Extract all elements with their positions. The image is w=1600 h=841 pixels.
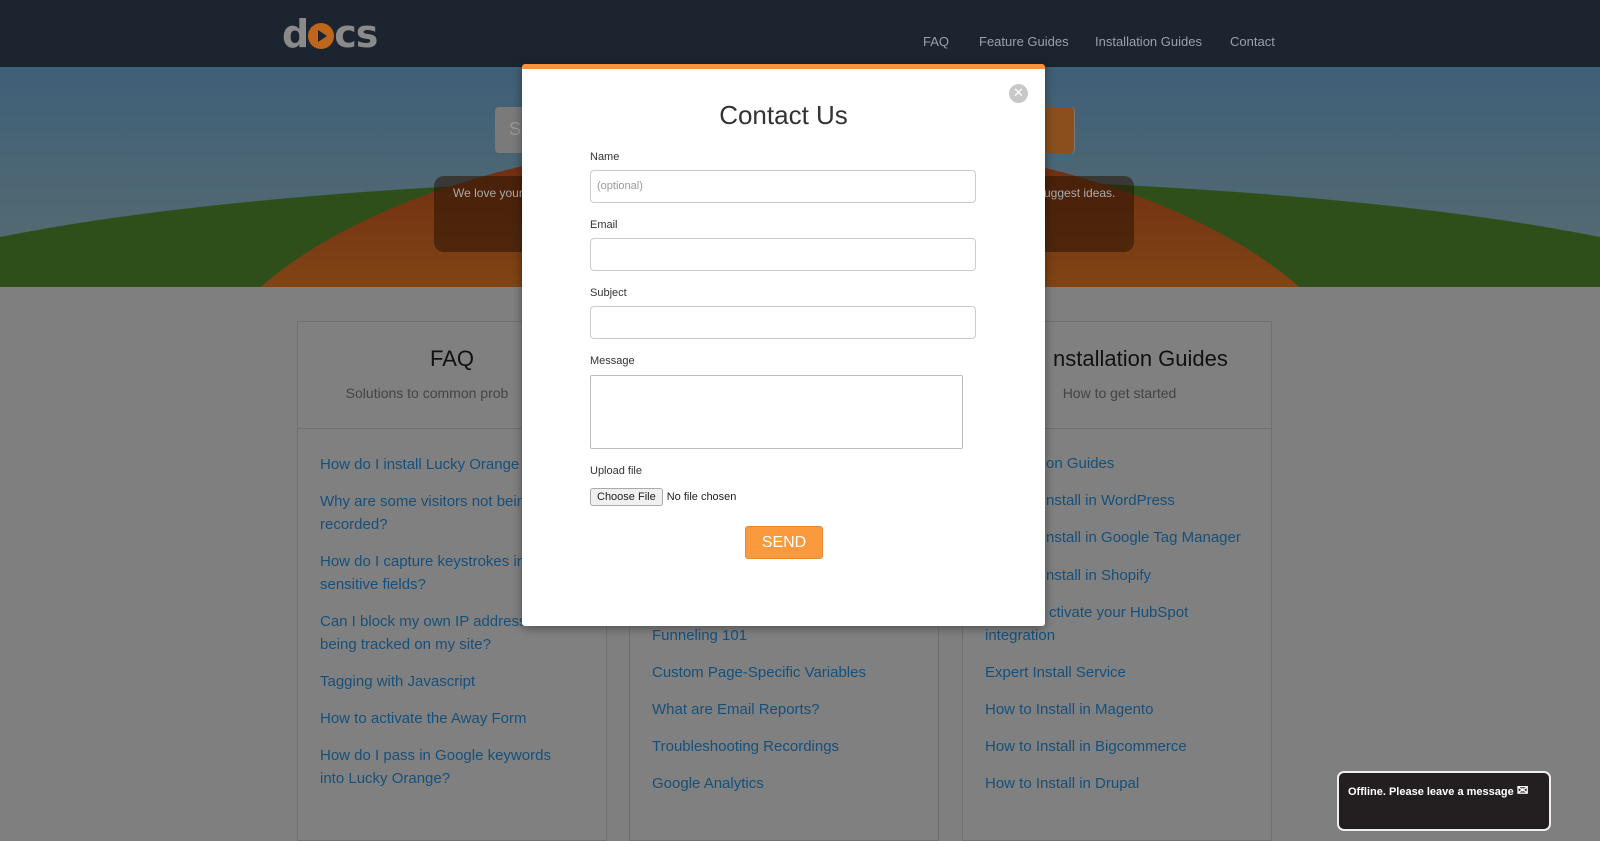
list-item[interactable]: What are Email Reports?	[652, 698, 866, 721]
docs-logo[interactable]: d cs	[282, 12, 378, 56]
message-label: Message	[590, 355, 635, 367]
message-textarea[interactable]	[590, 375, 963, 449]
list-item[interactable]: Expert Install Service	[985, 661, 1187, 684]
intro-text-right: uggest ideas.	[1044, 186, 1116, 200]
list-item[interactable]: Custom Page-Specific Variables	[652, 661, 866, 684]
list-item[interactable]: Why are some visitors not bein recorded?	[320, 490, 530, 536]
list-item[interactable]: nstall in WordPress	[1046, 489, 1175, 512]
list-item[interactable]: How to Install in Magento	[985, 698, 1187, 721]
email-label: Email	[590, 219, 618, 231]
nav-installation-guides[interactable]: Installation Guides	[1095, 34, 1202, 49]
list-item[interactable]: How do I pass in Google keywords into Lu…	[320, 744, 560, 790]
list-item[interactable]: on Guides	[1046, 452, 1114, 475]
search-button[interactable]	[1045, 107, 1074, 153]
list-item[interactable]: Troubleshooting Recordings	[652, 735, 866, 758]
email-input[interactable]	[590, 238, 976, 271]
envelope-icon: ✉	[1516, 782, 1529, 798]
send-button[interactable]: SEND	[745, 526, 823, 559]
list-item[interactable]: integration	[985, 624, 1187, 647]
modal-title: Contact Us	[719, 100, 848, 130]
list-item[interactable]: How do I capture keystrokes in sensitive…	[320, 550, 535, 596]
upload-label: Upload file	[590, 465, 642, 477]
contact-modal: ✕ Contact Us Name (optional) Email Subje…	[522, 64, 1045, 626]
subject-input[interactable]	[590, 306, 976, 339]
file-status: No file chosen	[666, 491, 737, 503]
list-item[interactable]: Can I block my own IP address being trac…	[320, 610, 535, 656]
list-item[interactable]: How to Install in Bigcommerce	[985, 735, 1187, 758]
list-item[interactable]: Google Analytics	[652, 772, 866, 795]
nav-faq[interactable]: FAQ	[923, 34, 949, 49]
subject-label: Subject	[590, 287, 627, 299]
top-header: d cs FAQ Feature Guides Installation Guid…	[0, 0, 1600, 67]
list-item[interactable]: How to activate the Away Form	[320, 707, 584, 730]
name-label: Name	[590, 151, 620, 163]
list-item[interactable]: How to Install in Drupal	[985, 772, 1187, 795]
name-input[interactable]: (optional)	[590, 170, 976, 203]
nav-contact[interactable]: Contact	[1230, 34, 1275, 49]
file-input[interactable]: Choose File No file chosen	[590, 488, 736, 506]
choose-file-button[interactable]: Choose File	[590, 488, 663, 506]
name-placeholder: (optional)	[597, 180, 643, 192]
list-item[interactable]: Tagging with Javascript	[320, 670, 584, 693]
chat-text: Offline. Please leave a message	[1348, 786, 1514, 798]
list-item[interactable]: Funneling 101	[652, 624, 866, 647]
chat-widget[interactable]: Offline. Please leave a message ✉	[1337, 771, 1551, 831]
nav-feature-guides[interactable]: Feature Guides	[979, 34, 1069, 49]
intro-text-left: We love your	[453, 186, 523, 200]
list-item[interactable]: ctivate your HubSpot	[1049, 601, 1188, 624]
play-icon	[308, 23, 335, 49]
list-item[interactable]: nstall in Google Tag Manager	[1046, 526, 1241, 549]
list-item[interactable]: nstall in Shopify	[1046, 564, 1151, 587]
